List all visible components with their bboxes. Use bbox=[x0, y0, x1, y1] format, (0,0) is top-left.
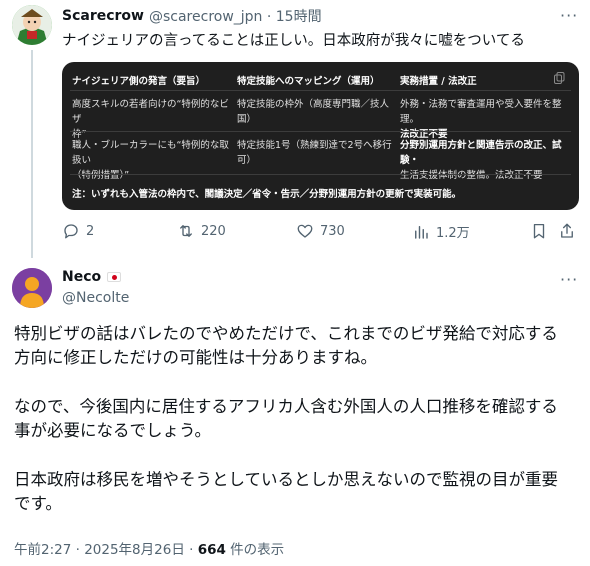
cell-line: 職人・ブルーカラーにも“特例的な取扱い bbox=[72, 140, 229, 166]
table-divider bbox=[70, 90, 571, 91]
display-name[interactable]: Neco bbox=[62, 269, 101, 285]
text-line: なので、今後国内に居住するアフリカ人含む外国人の人口推移を確認する bbox=[14, 397, 558, 416]
cell-line: 国） bbox=[237, 114, 257, 125]
tweet-text: ナイジェリアの言ってることは正しい。日本政府が我々に嘘をついてる bbox=[62, 33, 525, 49]
table-header-measures: 実務措置 / 法改正 bbox=[400, 76, 477, 87]
table-cell: 外務・法務で審査運用や受入要件を整理。 法改正不要 bbox=[400, 97, 575, 142]
more-options-icon[interactable]: ··· bbox=[560, 270, 578, 289]
heart-icon bbox=[297, 224, 313, 238]
table-cell: 特定技能の枠外（高度専門職／技人 国） bbox=[237, 97, 397, 127]
views-button[interactable]: 1.2万 bbox=[412, 222, 470, 241]
reply-icon bbox=[64, 224, 78, 239]
analytics-icon bbox=[415, 225, 428, 239]
table-cell: 特定技能1号（熟練到達で2号へ移行 可） bbox=[237, 138, 397, 168]
attached-table-image[interactable]: ナイジェリア側の発言（要旨） 特定技能へのマッピング（運用） 実務措置 / 法改… bbox=[62, 62, 579, 210]
tweet-scarecrow: Scarecrow @scarecrow_jpn · 15時間 ··· ナイジェ… bbox=[0, 0, 590, 258]
table-header-mapping: 特定技能へのマッピング（運用） bbox=[237, 76, 380, 87]
cell-line: （特例措置）” bbox=[72, 170, 130, 181]
bookmark-button[interactable] bbox=[530, 222, 554, 240]
paragraph: 特別ビザの話はバレたのでやめただけで、これまでのビザ発給で対応する 方向に修正し… bbox=[14, 322, 584, 370]
like-count: 730 bbox=[320, 223, 345, 239]
more-options-icon[interactable]: ··· bbox=[560, 6, 578, 25]
bookmark-icon bbox=[533, 223, 545, 239]
handle-and-time[interactable]: @scarecrow_jpn · 15時間 bbox=[149, 6, 322, 26]
tweet-meta: 午前2:27 · 2025年8月26日 · 664 件の表示 bbox=[14, 538, 284, 558]
text-line: 日本政府は移民を増やそうとしているとしか思えないので監視の目が重要 bbox=[14, 470, 559, 489]
tweet-header: Scarecrow @scarecrow_jpn · 15時間 bbox=[62, 6, 322, 26]
copy-icon[interactable] bbox=[554, 72, 565, 84]
table-note: 注：いずれも入管法の枠内で、閣議決定／省令・告示／分野別運用方針の更新で実装可能… bbox=[72, 189, 462, 200]
paragraph: なので、今後国内に居住するアフリカ人含む外国人の人口推移を確認する 事が必要にな… bbox=[14, 395, 584, 443]
tweet-body: 特別ビザの話はバレたのでやめただけで、これまでのビザ発給で対応する 方向に修正し… bbox=[14, 322, 584, 516]
table-divider bbox=[70, 174, 571, 175]
retweet-button[interactable]: 220 bbox=[177, 222, 226, 240]
cell-line: 特定技能1号（熟練到達で2号へ移行 bbox=[237, 140, 392, 151]
avatar[interactable] bbox=[12, 5, 52, 45]
retweet-icon bbox=[180, 225, 192, 237]
views-count: 664 bbox=[197, 542, 226, 558]
reply-button[interactable]: 2 bbox=[62, 222, 94, 240]
table-header-nigeria: ナイジェリア側の発言（要旨） bbox=[72, 76, 206, 87]
reply-count: 2 bbox=[86, 223, 95, 239]
thread-line bbox=[31, 50, 33, 258]
text-line: 事が必要になるでしょう。 bbox=[14, 421, 212, 440]
share-icon bbox=[561, 223, 573, 238]
tweet-actions: 2 220 730 1.2万 bbox=[62, 222, 582, 246]
views-count: 1.2万 bbox=[436, 226, 470, 241]
text-line: 特別ビザの話はバレたのでやめただけで、これまでのビザ発給で対応する bbox=[14, 324, 558, 343]
text-line: です。 bbox=[14, 494, 62, 513]
handle[interactable]: @Necolte bbox=[62, 290, 129, 306]
table-cell: 分野別運用方針と関連告示の改正、試験・ 生活支援体制の整備。法改正不要 bbox=[400, 138, 575, 183]
table-cell: 高度スキルの若者向けの“特例的なビザ 枠” bbox=[72, 97, 232, 142]
cell-line: 高度スキルの若者向けの“特例的なビザ bbox=[72, 99, 229, 125]
retweet-count: 220 bbox=[201, 223, 226, 239]
cell-line: 分野別運用方針と関連告示の改正、試験・ bbox=[400, 140, 562, 166]
display-name[interactable]: Scarecrow bbox=[62, 8, 144, 24]
text-line: 方向に修正しただけの可能性は十分ありますね。 bbox=[14, 348, 377, 367]
cell-line: 特定技能の枠外（高度専門職／技人 bbox=[237, 99, 390, 110]
avatar[interactable] bbox=[12, 268, 52, 308]
display-name-row: Neco bbox=[62, 269, 122, 285]
cell-line: 可） bbox=[237, 155, 257, 166]
cell-line: 生活支援体制の整備。法改正不要 bbox=[400, 170, 543, 181]
share-button[interactable] bbox=[558, 222, 582, 240]
cell-line: 外務・法務で審査運用や受入要件を整理。 bbox=[400, 99, 562, 125]
table-cell: 職人・ブルーカラーにも“特例的な取扱い （特例措置）” bbox=[72, 138, 232, 183]
table-divider bbox=[70, 131, 571, 132]
japan-flag-icon bbox=[107, 272, 122, 282]
views-label: 件の表示 bbox=[225, 542, 285, 558]
timestamp[interactable]: 午前2:27 · 2025年8月26日 · bbox=[14, 542, 198, 558]
like-button[interactable]: 730 bbox=[296, 222, 345, 240]
paragraph: 日本政府は移民を増やそうとしているとしか思えないので監視の目が重要 です。 bbox=[14, 468, 584, 516]
